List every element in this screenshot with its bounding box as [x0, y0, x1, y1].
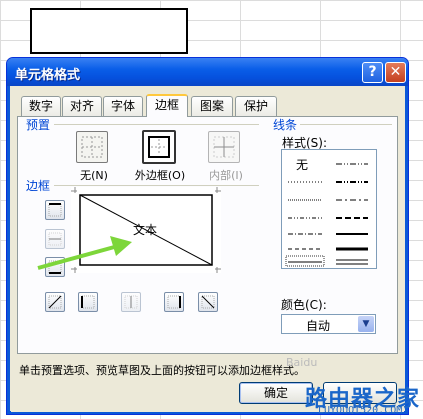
line-style-list[interactable]: 无 — [281, 149, 377, 269]
help-button[interactable]: ? — [362, 62, 383, 83]
border-bottom-icon — [48, 260, 62, 274]
tab-strip: 数字 对齐 字体 边框 图案 保护 — [17, 94, 397, 117]
hint-text: 单击预置选项、预览草图及上面的按钮可以添加边框样式。 — [19, 364, 305, 377]
border-tab-panel: 预置 无(N) 外边框(O) 内部(I) 边框 文本 线条 样式(S): 无 颜… — [17, 116, 398, 354]
close-button[interactable]: ✕ — [385, 62, 406, 83]
preset-none-button[interactable] — [76, 131, 108, 163]
presets-group-label: 预置 — [26, 118, 51, 132]
border-bottom-button[interactable] — [45, 257, 65, 277]
border-inside-horizontal-button[interactable] — [45, 229, 65, 249]
border-diagonal-up-button[interactable] — [45, 292, 65, 312]
preset-outline-icon — [148, 136, 170, 158]
border-separator — [54, 185, 259, 186]
tab-alignment[interactable]: 对齐 — [62, 96, 102, 116]
border-group-label: 边框 — [26, 179, 51, 193]
border-top-button[interactable] — [45, 200, 65, 220]
preset-none-icon — [81, 136, 103, 158]
preset-none-label: 无(N) — [80, 169, 108, 182]
border-left-icon — [81, 295, 95, 309]
format-cells-dialog: 单元格格式 ? ✕ 数字 对齐 字体 边框 图案 保护 预置 无(N) 外边框(… — [6, 57, 409, 415]
border-right-button[interactable] — [164, 292, 184, 312]
selected-cell-border[interactable] — [30, 8, 188, 54]
line-color-label: 颜色(C): — [281, 298, 327, 312]
border-inside-vertical-button[interactable] — [121, 292, 141, 312]
preset-inside-label: 内部(I) — [209, 169, 243, 182]
tab-patterns[interactable]: 图案 — [191, 96, 233, 116]
preview-text: 文本 — [133, 223, 158, 237]
line-group-label: 线条 — [273, 118, 298, 132]
dialog-body: 数字 对齐 字体 边框 图案 保护 预置 无(N) 外边框(O) 内部(I) 边… — [11, 86, 404, 412]
ok-button[interactable]: 确定 — [239, 382, 313, 404]
preset-outline-label: 外边框(O) — [134, 169, 186, 182]
tab-font[interactable]: 字体 — [103, 96, 143, 116]
tab-protection[interactable]: 保护 — [235, 96, 277, 116]
line-separator — [300, 124, 392, 125]
border-diagonal-down-button[interactable] — [198, 292, 218, 312]
border-diagonal-down-icon — [201, 295, 215, 309]
watermark-url: LUYOUQI520.COM — [318, 405, 403, 416]
line-style-swatches — [285, 163, 368, 267]
border-diagonal-up-icon — [48, 295, 62, 309]
watermark-faint: Baidu — [286, 356, 318, 369]
border-right-icon — [167, 295, 181, 309]
chevron-down-icon[interactable]: ▼ — [358, 316, 374, 332]
border-inside-horizontal-icon — [48, 232, 62, 246]
dialog-title: 单元格格式 — [15, 68, 81, 83]
preset-inside-button[interactable] — [208, 131, 240, 163]
border-inside-vertical-icon — [124, 295, 138, 309]
presets-separator — [54, 124, 259, 125]
tab-border[interactable]: 边框 — [146, 94, 188, 117]
line-color-dropdown[interactable]: 自动 ▼ — [281, 314, 376, 334]
preset-inside-icon — [213, 136, 235, 158]
tab-number[interactable]: 数字 — [21, 96, 61, 116]
border-top-icon — [48, 203, 62, 217]
border-left-button[interactable] — [78, 292, 98, 312]
border-preview[interactable]: 文本 — [71, 187, 221, 273]
dialog-titlebar[interactable]: 单元格格式 ? ✕ — [7, 58, 408, 86]
line-color-value: 自动 — [306, 319, 331, 333]
preset-outline-button[interactable] — [142, 130, 176, 164]
